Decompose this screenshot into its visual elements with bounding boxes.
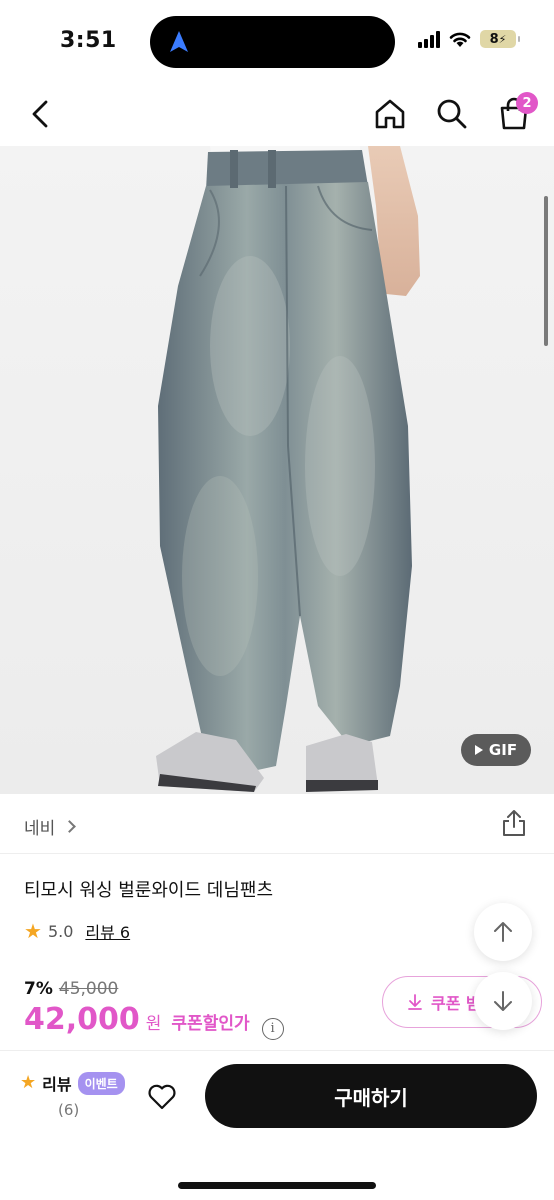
wifi-icon bbox=[449, 32, 471, 47]
chevron-right-icon bbox=[63, 820, 77, 833]
status-time: 3:51 bbox=[60, 28, 117, 53]
product-title: 티모시 워싱 벌룬와이드 데님팬츠 bbox=[24, 880, 274, 901]
arrow-down-icon bbox=[494, 991, 512, 1011]
image-scroll-indicator bbox=[544, 196, 548, 346]
download-icon bbox=[408, 994, 422, 1010]
status-bar: 3:51 8 ⚡ bbox=[0, 0, 554, 80]
search-icon[interactable] bbox=[434, 96, 470, 132]
home-indicator bbox=[178, 1182, 376, 1189]
status-indicators: 8 ⚡ bbox=[418, 30, 520, 48]
product-image[interactable] bbox=[0, 146, 554, 794]
review-link[interactable]: 리뷰 6 bbox=[85, 919, 130, 943]
review-count: (6) bbox=[58, 1101, 80, 1119]
play-icon bbox=[474, 745, 483, 755]
info-icon[interactable]: i bbox=[261, 1017, 284, 1040]
review-summary-top: ★ 리뷰 이벤트 bbox=[20, 1071, 125, 1095]
gif-label: GIF bbox=[488, 741, 518, 759]
color-option-link[interactable]: 네비 bbox=[24, 814, 77, 839]
dynamic-island bbox=[150, 16, 395, 68]
cellular-signal-icon bbox=[418, 30, 440, 48]
star-icon: ★ bbox=[20, 1072, 37, 1093]
scroll-to-top-button[interactable] bbox=[474, 903, 532, 961]
back-button[interactable] bbox=[22, 96, 58, 132]
bottom-action-bar: ★ 리뷰 이벤트 (6) 구매하기 bbox=[0, 1050, 554, 1200]
buy-button[interactable]: 구매하기 bbox=[205, 1064, 537, 1128]
rating-row: ★ 5.0 리뷰 6 bbox=[24, 919, 130, 943]
product-photo-jeans bbox=[156, 146, 420, 792]
discount-rate: 7% bbox=[24, 979, 53, 999]
share-icon[interactable] bbox=[500, 808, 528, 838]
coupon-price-label: 쿠폰할인가 bbox=[171, 1014, 250, 1034]
color-option-row: 네비 bbox=[0, 796, 554, 854]
chevron-left-icon bbox=[32, 100, 48, 128]
review-summary[interactable]: ★ 리뷰 이벤트 (6) bbox=[20, 1071, 125, 1119]
discount-row: 7% 45,000 bbox=[24, 979, 118, 999]
price-unit: 원 bbox=[145, 1014, 162, 1034]
home-icon[interactable] bbox=[372, 96, 408, 132]
review-summary-label: 리뷰 bbox=[42, 1075, 72, 1094]
gif-play-button[interactable]: GIF bbox=[461, 734, 531, 766]
original-price: 45,000 bbox=[58, 979, 119, 999]
heart-icon[interactable] bbox=[146, 1081, 178, 1113]
cart-count-badge: 2 bbox=[516, 92, 538, 114]
top-nav bbox=[0, 82, 554, 146]
sale-price: 42,000 bbox=[24, 1002, 140, 1037]
color-name: 네비 bbox=[24, 819, 56, 839]
battery-icon: 8 ⚡ bbox=[480, 30, 520, 48]
rating-value: 5.0 bbox=[47, 921, 74, 941]
price-row: 42,000 원 쿠폰할인가 i bbox=[24, 1002, 284, 1040]
event-badge: 이벤트 bbox=[77, 1071, 125, 1095]
battery-level: 8 bbox=[489, 31, 499, 47]
navigation-arrow-icon bbox=[170, 31, 188, 52]
arrow-up-icon bbox=[494, 922, 512, 942]
scroll-to-bottom-button[interactable] bbox=[474, 972, 532, 1030]
star-icon: ★ bbox=[24, 919, 42, 943]
